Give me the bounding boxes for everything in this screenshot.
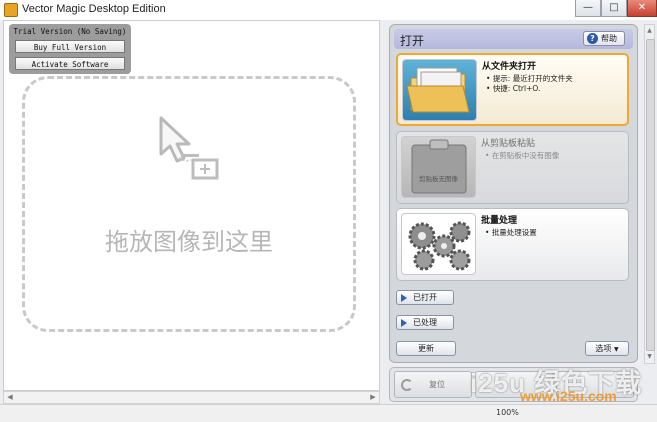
opened-button[interactable]: 已打开 [396, 290, 454, 305]
drop-zone[interactable]: 拖放图像到这里 [22, 76, 356, 332]
help-label: 帮助 [601, 34, 617, 43]
reset-label: 复位 [429, 380, 445, 389]
app-logo-icon [4, 3, 18, 17]
card-bullet: • 在剪贴板中没有图像 [485, 151, 560, 160]
trial-box: Trial Version (No Saving) Buy Full Versi… [9, 24, 131, 74]
scroll-down-icon[interactable]: ▼ [645, 351, 654, 363]
scroll-right-icon[interactable]: ▶ [367, 392, 379, 403]
panel-header: 打开 ? 帮助 [394, 29, 633, 49]
scroll-up-icon[interactable]: ▲ [645, 25, 654, 37]
close-button[interactable]: ✕ [627, 0, 657, 17]
paste-from-clipboard-card[interactable]: 剪贴板无图像 从剪贴板粘贴 • 在剪贴板中没有图像 [396, 131, 629, 204]
title-bar: Vector Magic Desktop Edition — □ ✕ [0, 0, 657, 20]
processed-label: 已处理 [413, 318, 437, 327]
horizontal-scrollbar[interactable]: ◀ ▶ [3, 391, 380, 404]
reset-button[interactable]: 复位 [394, 371, 472, 398]
minimize-button[interactable]: — [575, 0, 601, 17]
options-label: 选项 [595, 344, 612, 353]
update-button[interactable]: 更新 [396, 341, 456, 356]
options-button[interactable]: 选项 ▼ [585, 341, 629, 356]
card-title: 从剪贴板粘贴 [481, 139, 536, 149]
open-from-folder-card[interactable]: 从文件夹打开 • 提示: 最近打开的文件夹 • 快捷: Ctrl+O. [396, 53, 629, 126]
main-window: Trial Version (No Saving) Buy Full Versi… [0, 20, 657, 422]
window-title: Vector Magic Desktop Edition [22, 3, 166, 15]
zoom-level: 100% [496, 408, 519, 417]
card-bullet: • 快捷: Ctrl+O. [486, 84, 541, 93]
open-panel: 打开 ? 帮助 从文件夹打开 • 提示: 最近打开的文件夹 • 快捷: Ctrl… [389, 24, 638, 363]
batch-process-card[interactable]: 批量处理 • 批量处理设置 [396, 208, 629, 281]
image-canvas[interactable]: Trial Version (No Saving) Buy Full Versi… [3, 20, 380, 391]
activate-software-button[interactable]: Activate Software [15, 57, 125, 70]
status-bar: 100% [0, 404, 657, 422]
clipboard-thumb-label: 剪贴板无图像 [419, 175, 458, 183]
help-button[interactable]: ? 帮助 [583, 31, 625, 46]
card-title: 批量处理 [481, 216, 518, 226]
expand-arrow-icon [401, 319, 407, 327]
vertical-scrollbar[interactable]: ▲ ▼ [644, 24, 655, 364]
scrollbar-thumb[interactable] [646, 39, 655, 351]
processed-button[interactable]: 已处理 [396, 315, 454, 330]
opened-label: 已打开 [413, 293, 437, 302]
drop-cursor-icon [159, 116, 219, 180]
reset-icon [401, 379, 413, 391]
buy-full-version-button[interactable]: Buy Full Version [15, 40, 125, 53]
help-icon: ? [587, 33, 598, 44]
expand-arrow-icon [401, 294, 407, 302]
clipboard-icon: 剪贴板无图像 [401, 136, 476, 198]
trial-label: Trial Version (No Saving) [13, 27, 127, 36]
card-bullet: • 批量处理设置 [485, 228, 537, 237]
folder-icon [402, 59, 477, 121]
gears-icon [401, 213, 476, 275]
card-title: 从文件夹打开 [482, 62, 537, 72]
drop-hint-text: 拖放图像到这里 [105, 228, 273, 256]
maximize-button[interactable]: □ [601, 0, 627, 17]
dropdown-arrow-icon: ▼ [613, 346, 619, 353]
watermark-url: www.i25u.com [520, 388, 617, 404]
scroll-left-icon[interactable]: ◀ [4, 392, 16, 403]
panel-title: 打开 [400, 34, 425, 48]
